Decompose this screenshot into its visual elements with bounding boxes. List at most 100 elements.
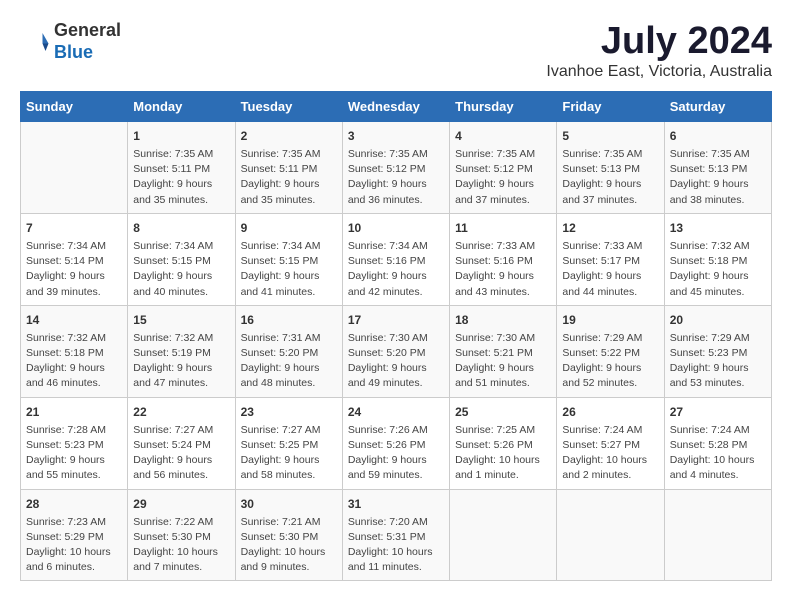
day-number: 13: [670, 219, 766, 237]
day-number: 23: [241, 403, 337, 421]
logo: General Blue: [20, 20, 121, 63]
calendar-day-cell: 11 Sunrise: 7:33 AMSunset: 5:16 PMDayligh…: [450, 213, 557, 305]
day-info: Sunrise: 7:23 AMSunset: 5:29 PMDaylight:…: [26, 515, 122, 576]
day-info: Sunrise: 7:34 AMSunset: 5:14 PMDaylight:…: [26, 239, 122, 300]
calendar-day-cell: 22Sunrise: 7:27 AMSunset: 5:24 PMDayligh…: [128, 397, 235, 489]
calendar-day-cell: 30 Sunrise: 7:21 AMSunset: 5:30 PMDayligh…: [235, 489, 342, 581]
day-number: 6: [670, 127, 766, 145]
calendar-day-cell: 13 Sunrise: 7:32 AMSunset: 5:18 PMDayligh…: [664, 213, 771, 305]
day-info: Sunrise: 7:32 AMSunset: 5:19 PMDaylight:…: [133, 331, 229, 392]
calendar-day-cell: 21 Sunrise: 7:28 AMSunset: 5:23 PMDayligh…: [21, 397, 128, 489]
day-info: Sunrise: 7:34 AMSunset: 5:15 PMDaylight:…: [241, 239, 337, 300]
logo-icon: [20, 27, 50, 57]
day-number: 21: [26, 403, 122, 421]
day-number: 7: [26, 219, 122, 237]
calendar-day-cell: 28 Sunrise: 7:23 AMSunset: 5:29 PMDayligh…: [21, 489, 128, 581]
weekday-header: Friday: [557, 92, 664, 122]
day-info: Sunrise: 7:32 AMSunset: 5:18 PMDaylight:…: [26, 331, 122, 392]
day-info: Sunrise: 7:35 AMSunset: 5:12 PMDaylight:…: [455, 147, 551, 208]
day-info: Sunrise: 7:26 AMSunset: 5:26 PMDaylight:…: [348, 423, 444, 484]
day-number: 1: [133, 127, 229, 145]
location-subtitle: Ivanhoe East, Victoria, Australia: [546, 63, 772, 81]
weekday-header: Thursday: [450, 92, 557, 122]
calendar-day-cell: 23 Sunrise: 7:27 AMSunset: 5:25 PMDayligh…: [235, 397, 342, 489]
calendar-day-cell: 20Sunrise: 7:29 AMSunset: 5:23 PMDayligh…: [664, 305, 771, 397]
day-info: Sunrise: 7:35 AMSunset: 5:13 PMDaylight:…: [562, 147, 658, 208]
day-number: 30: [241, 495, 337, 513]
day-number: 3: [348, 127, 444, 145]
day-number: 8: [133, 219, 229, 237]
day-info: Sunrise: 7:21 AMSunset: 5:30 PMDaylight:…: [241, 515, 337, 576]
calendar-week-row: 14 Sunrise: 7:32 AMSunset: 5:18 PMDayligh…: [21, 305, 772, 397]
day-number: 17: [348, 311, 444, 329]
weekday-header: Monday: [128, 92, 235, 122]
day-number: 27: [670, 403, 766, 421]
calendar-week-row: 1 Sunrise: 7:35 AMSunset: 5:11 PMDaylight…: [21, 122, 772, 214]
day-info: Sunrise: 7:24 AMSunset: 5:28 PMDaylight:…: [670, 423, 766, 484]
calendar-day-cell: 6 Sunrise: 7:35 AMSunset: 5:13 PMDaylight…: [664, 122, 771, 214]
day-number: 24: [348, 403, 444, 421]
day-number: 20: [670, 311, 766, 329]
day-number: 18: [455, 311, 551, 329]
calendar-week-row: 28 Sunrise: 7:23 AMSunset: 5:29 PMDayligh…: [21, 489, 772, 581]
day-info: Sunrise: 7:35 AMSunset: 5:11 PMDaylight:…: [241, 147, 337, 208]
calendar-day-cell: [664, 489, 771, 581]
day-info: Sunrise: 7:35 AMSunset: 5:11 PMDaylight:…: [133, 147, 229, 208]
day-info: Sunrise: 7:32 AMSunset: 5:18 PMDaylight:…: [670, 239, 766, 300]
day-number: 11: [455, 219, 551, 237]
calendar-week-row: 21 Sunrise: 7:28 AMSunset: 5:23 PMDayligh…: [21, 397, 772, 489]
calendar-day-cell: 16Sunrise: 7:31 AMSunset: 5:20 PMDayligh…: [235, 305, 342, 397]
day-number: 26: [562, 403, 658, 421]
day-number: 15: [133, 311, 229, 329]
calendar-day-cell: 25 Sunrise: 7:25 AMSunset: 5:26 PMDayligh…: [450, 397, 557, 489]
weekday-header: Sunday: [21, 92, 128, 122]
calendar-day-cell: 12Sunrise: 7:33 AMSunset: 5:17 PMDayligh…: [557, 213, 664, 305]
calendar-day-cell: 26 Sunrise: 7:24 AMSunset: 5:27 PMDayligh…: [557, 397, 664, 489]
day-info: Sunrise: 7:33 AMSunset: 5:16 PMDaylight:…: [455, 239, 551, 300]
day-number: 4: [455, 127, 551, 145]
day-info: Sunrise: 7:20 AMSunset: 5:31 PMDaylight:…: [348, 515, 444, 576]
day-number: 31: [348, 495, 444, 513]
day-info: Sunrise: 7:33 AMSunset: 5:17 PMDaylight:…: [562, 239, 658, 300]
day-number: 9: [241, 219, 337, 237]
calendar-day-cell: 24 Sunrise: 7:26 AMSunset: 5:26 PMDayligh…: [342, 397, 449, 489]
day-info: Sunrise: 7:25 AMSunset: 5:26 PMDaylight:…: [455, 423, 551, 484]
day-info: Sunrise: 7:28 AMSunset: 5:23 PMDaylight:…: [26, 423, 122, 484]
calendar-day-cell: 14 Sunrise: 7:32 AMSunset: 5:18 PMDayligh…: [21, 305, 128, 397]
calendar-day-cell: 15 Sunrise: 7:32 AMSunset: 5:19 PMDayligh…: [128, 305, 235, 397]
weekday-header: Wednesday: [342, 92, 449, 122]
calendar-day-cell: 5Sunrise: 7:35 AMSunset: 5:13 PMDaylight…: [557, 122, 664, 214]
calendar-day-cell: 31 Sunrise: 7:20 AMSunset: 5:31 PMDayligh…: [342, 489, 449, 581]
calendar-day-cell: [21, 122, 128, 214]
calendar-day-cell: [450, 489, 557, 581]
calendar-day-cell: 17 Sunrise: 7:30 AMSunset: 5:20 PMDayligh…: [342, 305, 449, 397]
calendar-day-cell: 29 Sunrise: 7:22 AMSunset: 5:30 PMDayligh…: [128, 489, 235, 581]
calendar-day-cell: 1 Sunrise: 7:35 AMSunset: 5:11 PMDaylight…: [128, 122, 235, 214]
day-info: Sunrise: 7:30 AMSunset: 5:20 PMDaylight:…: [348, 331, 444, 392]
calendar-day-cell: 10Sunrise: 7:34 AMSunset: 5:16 PMDayligh…: [342, 213, 449, 305]
day-number: 2: [241, 127, 337, 145]
day-info: Sunrise: 7:35 AMSunset: 5:12 PMDaylight:…: [348, 147, 444, 208]
day-info: Sunrise: 7:24 AMSunset: 5:27 PMDaylight:…: [562, 423, 658, 484]
day-number: 19: [562, 311, 658, 329]
day-number: 29: [133, 495, 229, 513]
day-info: Sunrise: 7:34 AMSunset: 5:15 PMDaylight:…: [133, 239, 229, 300]
day-info: Sunrise: 7:22 AMSunset: 5:30 PMDaylight:…: [133, 515, 229, 576]
day-number: 14: [26, 311, 122, 329]
calendar-day-cell: 27 Sunrise: 7:24 AMSunset: 5:28 PMDayligh…: [664, 397, 771, 489]
day-info: Sunrise: 7:27 AMSunset: 5:25 PMDaylight:…: [241, 423, 337, 484]
day-number: 22: [133, 403, 229, 421]
calendar-day-cell: 2 Sunrise: 7:35 AMSunset: 5:11 PMDaylight…: [235, 122, 342, 214]
calendar-day-cell: 9 Sunrise: 7:34 AMSunset: 5:15 PMDaylight…: [235, 213, 342, 305]
title-block: July 2024 Ivanhoe East, Victoria, Austra…: [546, 20, 772, 81]
month-year-title: July 2024: [546, 20, 772, 63]
calendar-day-cell: 7 Sunrise: 7:34 AMSunset: 5:14 PMDaylight…: [21, 213, 128, 305]
logo-text: General Blue: [54, 20, 121, 63]
day-info: Sunrise: 7:31 AMSunset: 5:20 PMDaylight:…: [241, 331, 337, 392]
calendar-day-cell: 4 Sunrise: 7:35 AMSunset: 5:12 PMDaylight…: [450, 122, 557, 214]
calendar-table: SundayMondayTuesdayWednesdayThursdayFrid…: [20, 91, 772, 581]
calendar-day-cell: 18Sunrise: 7:30 AMSunset: 5:21 PMDayligh…: [450, 305, 557, 397]
day-info: Sunrise: 7:35 AMSunset: 5:13 PMDaylight:…: [670, 147, 766, 208]
day-number: 28: [26, 495, 122, 513]
day-number: 25: [455, 403, 551, 421]
